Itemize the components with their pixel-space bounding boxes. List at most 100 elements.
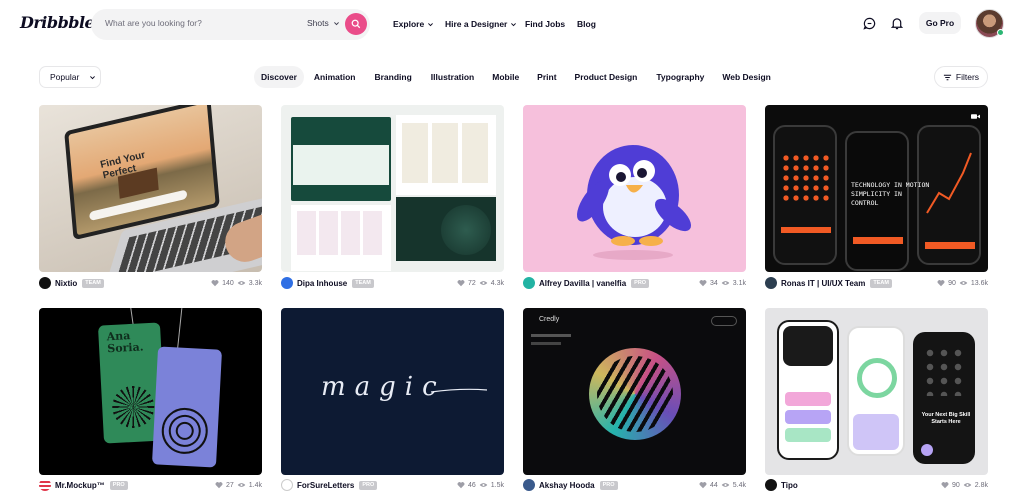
- heart-icon[interactable]: [699, 481, 707, 489]
- chevron-down-icon: [511, 22, 517, 26]
- heart-icon[interactable]: [211, 279, 219, 287]
- shot-stats: 46 1.5k: [457, 481, 504, 489]
- heart-icon[interactable]: [457, 279, 465, 287]
- author-name[interactable]: Akshay Hooda: [539, 481, 595, 490]
- top-navbar: Dribbble What are you looking for? Shots…: [0, 0, 1024, 50]
- nav-hire-a-designer[interactable]: Hire a Designer: [445, 19, 517, 29]
- author-badge: TEAM: [82, 278, 104, 288]
- shot-card[interactable]: magic: [281, 308, 504, 475]
- shot-meta: Nixtio TEAM 140 3.3k: [39, 276, 262, 290]
- heart-icon[interactable]: [941, 481, 949, 489]
- dribbble-logo[interactable]: Dribbble: [20, 13, 95, 32]
- shot-stats: 90 2.8k: [941, 481, 988, 489]
- tab-print[interactable]: Print: [530, 66, 563, 88]
- author-badge: PRO: [599, 480, 618, 490]
- tab-typography[interactable]: Typography: [649, 66, 711, 88]
- eye-icon: [237, 281, 246, 285]
- shot-overlay-text: Your Next Big Skill Starts Here: [921, 412, 971, 425]
- author-name[interactable]: Tipo: [781, 481, 798, 490]
- shot-meta: ForSureLetters PRO 46 1.5k: [281, 478, 504, 492]
- notifications-button[interactable]: [889, 15, 905, 31]
- chevron-down-icon: [333, 21, 339, 25]
- eye-icon: [721, 483, 730, 487]
- nav-find-jobs[interactable]: Find Jobs: [525, 19, 565, 29]
- messages-button[interactable]: [861, 15, 877, 31]
- author-avatar[interactable]: [281, 277, 293, 289]
- tab-animation[interactable]: Animation: [307, 66, 363, 88]
- heart-icon[interactable]: [215, 481, 223, 489]
- author-avatar[interactable]: [523, 277, 535, 289]
- author-avatar[interactable]: [39, 277, 51, 289]
- search-bar[interactable]: What are you looking for? Shots: [91, 9, 370, 40]
- tab-web-design[interactable]: Web Design: [715, 66, 778, 88]
- author-name[interactable]: Nixtio: [55, 279, 77, 288]
- search-scope-dropdown[interactable]: Shots: [307, 18, 340, 28]
- video-icon: [971, 114, 980, 119]
- heart-icon[interactable]: [457, 481, 465, 489]
- shot-stats: 44 5.4k: [699, 481, 746, 489]
- eye-icon: [963, 483, 972, 487]
- author-name[interactable]: Ronas IT | UI/UX Team: [781, 279, 865, 288]
- filter-icon: [943, 74, 952, 80]
- shot-image: [39, 105, 262, 272]
- search-input[interactable]: What are you looking for?: [105, 18, 202, 28]
- tab-mobile[interactable]: Mobile: [485, 66, 526, 88]
- shot-stats: 140 3.3k: [211, 279, 262, 287]
- shot-card[interactable]: Credly: [523, 308, 746, 475]
- go-pro-button[interactable]: Go Pro: [919, 12, 961, 34]
- online-status-dot: [997, 29, 1004, 36]
- eye-icon: [479, 483, 488, 487]
- shot-card[interactable]: [281, 105, 504, 272]
- shot-stats: 90 13.6k: [937, 279, 988, 287]
- bell-icon: [891, 17, 903, 29]
- shot-stats: 34 3.1k: [699, 279, 746, 287]
- shot-meta: Ronas IT | UI/UX Team TEAM 90 13.6k: [765, 276, 988, 290]
- tab-discover[interactable]: Discover: [254, 66, 304, 88]
- author-avatar[interactable]: [765, 277, 777, 289]
- filters-button[interactable]: Filters: [934, 66, 988, 88]
- shot-stats: 72 4.3k: [457, 279, 504, 287]
- author-name[interactable]: Alfrey Davilla | vanelfia: [539, 279, 626, 288]
- nav-explore[interactable]: Explore: [393, 19, 434, 29]
- shot-meta: Tipo 90 2.8k: [765, 478, 988, 492]
- author-badge: PRO: [109, 480, 128, 490]
- author-avatar[interactable]: [765, 479, 777, 491]
- shot-card[interactable]: Your Next Big Skill Starts Here: [765, 308, 988, 475]
- shot-overlay-text: TECHNOLOGY IN MOTION SIMPLICITY IN CONTR…: [851, 181, 930, 207]
- chevron-down-icon: [90, 75, 96, 79]
- nav-blog[interactable]: Blog: [577, 19, 596, 29]
- user-avatar[interactable]: [975, 9, 1004, 38]
- shot-overlay-text: Ana Soria.: [106, 329, 144, 356]
- shot-meta: Mr.Mockup™ PRO 27 1.4k: [39, 478, 262, 492]
- tab-product-design[interactable]: Product Design: [568, 66, 645, 88]
- penguin-illustration: [576, 145, 692, 260]
- category-tabs: Discover Animation Branding Illustration…: [254, 66, 778, 88]
- author-avatar[interactable]: [523, 479, 535, 491]
- shot-card[interactable]: Find Your Perfect: [39, 105, 262, 272]
- shot-stats: 27 1.4k: [215, 481, 262, 489]
- author-avatar[interactable]: [281, 479, 293, 491]
- author-name[interactable]: Dipa Inhouse: [297, 279, 347, 288]
- shot-meta: Akshay Hooda PRO 44 5.4k: [523, 478, 746, 492]
- heart-icon[interactable]: [937, 279, 945, 287]
- search-button[interactable]: [345, 13, 367, 35]
- shot-card[interactable]: Ana Soria.: [39, 308, 262, 475]
- heart-icon[interactable]: [699, 279, 707, 287]
- shot-card[interactable]: TECHNOLOGY IN MOTION SIMPLICITY IN CONTR…: [765, 105, 988, 272]
- author-name[interactable]: Mr.Mockup™: [55, 481, 105, 490]
- tab-illustration[interactable]: Illustration: [424, 66, 481, 88]
- shot-meta: Alfrey Davilla | vanelfia PRO 34 3.1k: [523, 276, 746, 290]
- eye-icon: [479, 281, 488, 285]
- chevron-down-icon: [428, 22, 434, 26]
- shot-overlay-text: Credly: [539, 316, 560, 323]
- author-avatar[interactable]: [39, 479, 51, 491]
- eye-icon: [959, 281, 968, 285]
- author-badge: TEAM: [870, 278, 892, 288]
- eye-icon: [237, 483, 246, 487]
- author-badge: PRO: [359, 480, 378, 490]
- shot-card[interactable]: [523, 105, 746, 272]
- author-badge: TEAM: [352, 278, 374, 288]
- sort-dropdown[interactable]: Popular: [39, 66, 101, 88]
- tab-branding[interactable]: Branding: [367, 66, 418, 88]
- author-name[interactable]: ForSureLetters: [297, 481, 354, 490]
